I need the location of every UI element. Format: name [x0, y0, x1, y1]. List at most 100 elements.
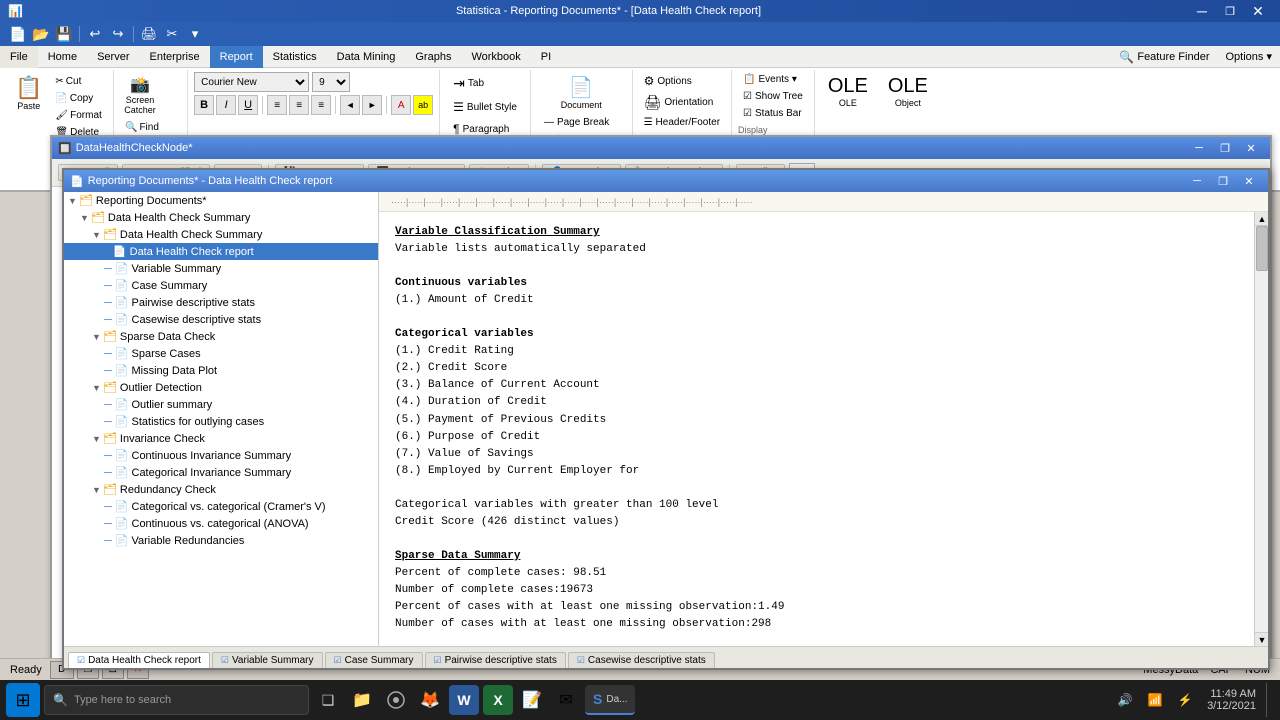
tree-item-dhs2[interactable]: ▼ 🗂 Data Health Check Summary	[64, 226, 378, 243]
show-tree-btn[interactable]: ☑ Show Tree	[738, 89, 808, 104]
taskbar-explorer[interactable]: 📁	[347, 685, 377, 715]
show-desktop-btn[interactable]	[1266, 683, 1274, 717]
tree-item-cont-vs-cat[interactable]: ─ 📄 Continuous vs. categorical (ANOVA)	[64, 515, 378, 532]
tray-icon-3[interactable]: ⚡	[1173, 688, 1197, 712]
tree-item-casewise[interactable]: ─ 📄 Casewise descriptive stats	[64, 311, 378, 328]
taskbar-excel[interactable]: X	[483, 685, 513, 715]
document-area[interactable]: ·····|·····|·····|·····|·····|·····|····…	[379, 192, 1268, 646]
paste-btn[interactable]: 📋 Paste	[10, 72, 47, 114]
start-btn[interactable]: ⊞	[6, 683, 40, 717]
taskbar-word[interactable]: W	[449, 685, 479, 715]
qat-new-btn[interactable]: 📄	[8, 25, 28, 43]
search-bar[interactable]: 🔍 Type here to search	[44, 685, 309, 715]
insert-pagebreak-btn[interactable]: — Page Break	[539, 115, 624, 130]
copy-btn[interactable]: 📄 Copy	[50, 91, 106, 106]
align-center-btn[interactable]: ≡	[289, 95, 309, 115]
qat-undo-btn[interactable]: ↩	[85, 25, 105, 43]
minimize-btn[interactable]: ─	[1188, 0, 1216, 22]
tab-case-summary[interactable]: ☑ Case Summary	[325, 652, 423, 668]
bold-btn[interactable]: B	[194, 95, 214, 115]
indent-btn[interactable]: ►	[362, 95, 382, 115]
tree-item-categorical-invariance[interactable]: ─ 📄 Categorical Invariance Summary	[64, 464, 378, 481]
ole-btn[interactable]: OLE OLE	[821, 72, 875, 111]
menu-home[interactable]: Home	[38, 46, 87, 68]
options-btn[interactable]: Options ▾	[1218, 48, 1280, 65]
italic-btn[interactable]: I	[216, 95, 236, 115]
tree-item-reporting-docs-root[interactable]: ▼ 🗂 Reporting Documents*	[64, 192, 378, 209]
scroll-thumb[interactable]	[1256, 226, 1268, 271]
events-btn[interactable]: 📋 Events ▾	[738, 72, 808, 87]
tree-item-dhc-report[interactable]: ▶ 📄 Data Health Check report	[64, 243, 378, 260]
report-close-btn[interactable]: ✕	[1236, 170, 1262, 192]
tab-dhc-report[interactable]: ☑ Data Health Check report	[68, 652, 210, 668]
tree-item-outlier-summary[interactable]: ─ 📄 Outlier summary	[64, 396, 378, 413]
taskbar-notepad[interactable]: 📝	[517, 685, 547, 715]
tree-item-pairwise[interactable]: ─ 📄 Pairwise descriptive stats	[64, 294, 378, 311]
font-size-selector[interactable]: 9	[312, 72, 350, 92]
taskbar-statistica[interactable]: S Da...	[585, 685, 635, 715]
font-selector[interactable]: Courier New	[194, 72, 309, 92]
outdent-btn[interactable]: ◄	[340, 95, 360, 115]
tree-item-missing-data-plot[interactable]: ─ 📄 Missing Data Plot	[64, 362, 378, 379]
tree-item-continuous-invariance[interactable]: ─ 📄 Continuous Invariance Summary	[64, 447, 378, 464]
insert-document-btn[interactable]: 📄 Document	[539, 72, 624, 113]
tree-item-outlier-detection[interactable]: ▼ 🗂 Outlier Detection	[64, 379, 378, 396]
menu-enterprise[interactable]: Enterprise	[139, 46, 209, 68]
close-btn[interactable]: ✕	[1244, 0, 1272, 22]
qat-cut-btn[interactable]: ✂	[162, 25, 182, 43]
scroll-up-btn[interactable]: ▲	[1255, 212, 1268, 226]
node-close-btn[interactable]: ✕	[1238, 137, 1264, 159]
align-left-btn[interactable]: ≡	[267, 95, 287, 115]
find-btn[interactable]: 🔍 Find	[120, 120, 181, 135]
taskbar-mail[interactable]: ✉	[551, 685, 581, 715]
feature-finder-btn[interactable]: 🔍 Feature Finder	[1111, 48, 1217, 66]
restore-btn[interactable]: ❐	[1216, 0, 1244, 22]
tree-item-cat-vs-cat[interactable]: ─ 📄 Categorical vs. categorical (Cramer'…	[64, 498, 378, 515]
tree-item-variable-redundancies[interactable]: ─ 📄 Variable Redundancies	[64, 532, 378, 549]
taskbar-firefox[interactable]: 🦊	[415, 685, 445, 715]
object-btn[interactable]: OLE Object	[881, 72, 935, 111]
menu-report[interactable]: Report	[210, 46, 263, 68]
menu-workbook[interactable]: Workbook	[461, 46, 530, 68]
header-footer-btn[interactable]: ☰ Header/Footer	[639, 115, 725, 130]
qat-open-btn[interactable]: 📂	[31, 25, 51, 43]
tab-casewise[interactable]: ☑ Casewise descriptive stats	[568, 652, 715, 668]
tab-variable-summary[interactable]: ☑ Variable Summary	[212, 652, 323, 668]
bullet-style-btn[interactable]: ☰ Bullet Style	[446, 97, 524, 117]
highlight-btn[interactable]: ab	[413, 95, 433, 115]
status-bar-btn[interactable]: ☑ Status Bar	[738, 106, 808, 121]
tree-item-sparse-cases[interactable]: ─ 📄 Sparse Cases	[64, 345, 378, 362]
qat-redo-btn[interactable]: ↪	[108, 25, 128, 43]
tree-item-redundancy-check[interactable]: ▼ 🗂 Redundancy Check	[64, 481, 378, 498]
report-minimize-btn[interactable]: ─	[1184, 170, 1210, 192]
tray-icon-2[interactable]: 📶	[1143, 688, 1167, 712]
print-options-btn[interactable]: ⚙ Options	[639, 72, 725, 90]
underline-btn[interactable]: U	[238, 95, 258, 115]
screen-catcher-btn[interactable]: 📸 ScreenCatcher	[120, 72, 160, 118]
menu-datamining[interactable]: Data Mining	[327, 46, 406, 68]
qat-save-btn[interactable]: 💾	[54, 25, 74, 43]
tree-item-case-summary[interactable]: ─ 📄 Case Summary	[64, 277, 378, 294]
scrollbar-vertical[interactable]: ▲ ▼	[1254, 212, 1268, 646]
menu-statistics[interactable]: Statistics	[263, 46, 327, 68]
tab-pairwise[interactable]: ☑ Pairwise descriptive stats	[425, 652, 566, 668]
qat-print-btn[interactable]: 🖨	[139, 25, 159, 43]
orientation-btn[interactable]: 🖨 Orientation	[639, 92, 725, 113]
scroll-down-btn[interactable]: ▼	[1255, 632, 1268, 646]
report-restore-btn[interactable]: ❐	[1210, 170, 1236, 192]
node-minimize-btn[interactable]: ─	[1186, 137, 1212, 159]
cut-btn[interactable]: ✂ Cut	[50, 74, 106, 89]
menu-server[interactable]: Server	[87, 46, 139, 68]
menu-pi[interactable]: PI	[531, 46, 561, 68]
tree-item-dhs1[interactable]: ▼ 🗂 Data Health Check Summary	[64, 209, 378, 226]
tree-item-variable-summary[interactable]: ─ 📄 Variable Summary	[64, 260, 378, 277]
font-color-btn[interactable]: A	[391, 95, 411, 115]
tree-item-invariance-check[interactable]: ▼ 🗂 Invariance Check	[64, 430, 378, 447]
menu-file[interactable]: File	[0, 46, 38, 68]
node-restore-btn[interactable]: ❐	[1212, 137, 1238, 159]
menu-graphs[interactable]: Graphs	[405, 46, 461, 68]
clock-display[interactable]: 11:49 AM 3/12/2021	[1203, 688, 1260, 712]
taskbar-chrome[interactable]	[381, 685, 411, 715]
tree-item-sparse-data-check[interactable]: ▼ 🗂 Sparse Data Check	[64, 328, 378, 345]
tab-btn[interactable]: ⇥ Tab	[446, 72, 491, 95]
